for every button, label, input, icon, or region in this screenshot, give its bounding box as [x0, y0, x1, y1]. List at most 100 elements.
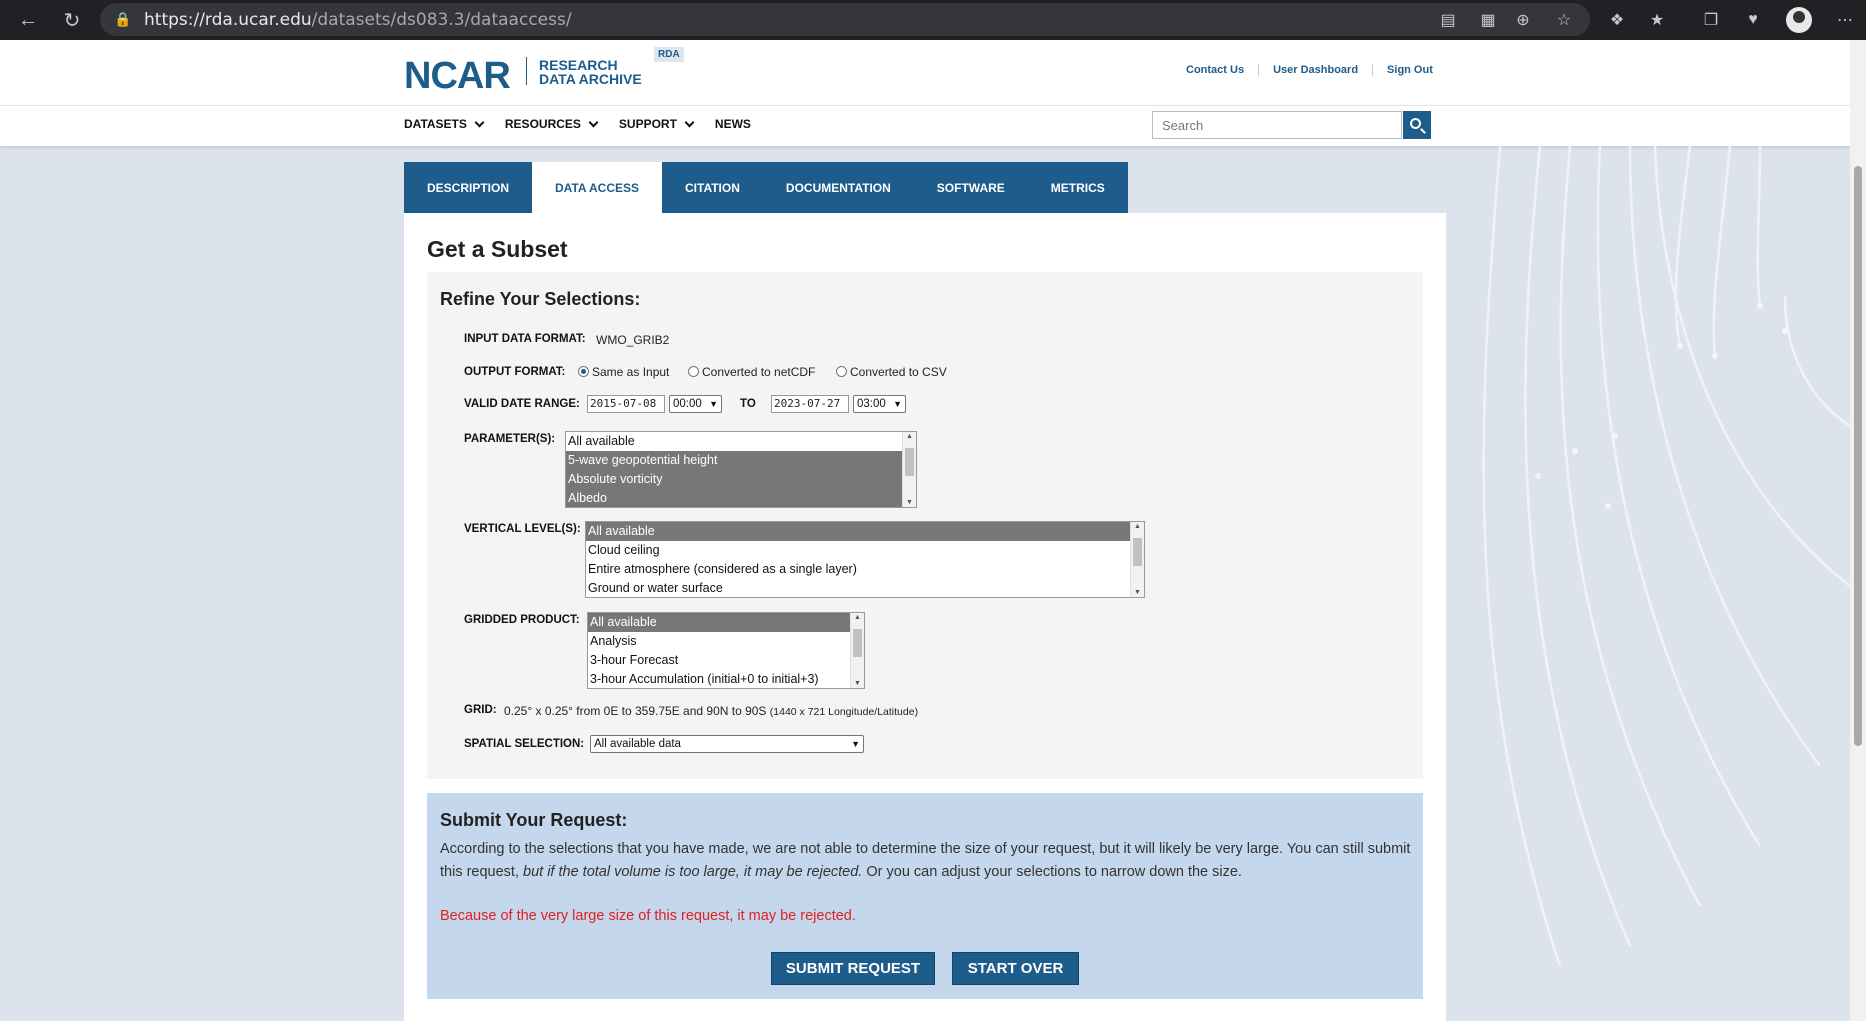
- gridded-product-label: GRIDDED PRODUCT:: [464, 614, 580, 626]
- nav-support[interactable]: SUPPORT: [619, 117, 695, 131]
- scroll-down-icon[interactable]: ▼: [1134, 589, 1141, 596]
- page-scrollbar[interactable]: [1850, 40, 1866, 1021]
- logo-line1: RESEARCH: [539, 57, 618, 73]
- scroll-up-icon[interactable]: ▲: [1134, 523, 1141, 530]
- spatial-selection-select[interactable]: All available data ▼: [590, 735, 864, 753]
- tab-data-access[interactable]: DATA ACCESS: [532, 162, 663, 213]
- nav-resources[interactable]: RESOURCES: [505, 117, 599, 131]
- nav-news-label: NEWS: [714, 117, 751, 131]
- list-item[interactable]: Ground or water surface: [586, 579, 1144, 597]
- scroll-up-icon[interactable]: ▲: [854, 614, 861, 621]
- nav-datasets[interactable]: DATASETS: [404, 117, 485, 131]
- tab-citation[interactable]: CITATION: [662, 162, 763, 213]
- list-item[interactable]: 3-hour Forecast: [588, 651, 864, 670]
- submit-request-button[interactable]: SUBMIT REQUEST: [771, 952, 935, 985]
- list-item[interactable]: All available: [588, 613, 864, 632]
- start-over-button[interactable]: START OVER: [952, 952, 1079, 985]
- output-option-netcdf[interactable]: Converted to netCDF: [688, 365, 815, 379]
- end-time-select[interactable]: 03:00 ▼: [853, 395, 906, 413]
- gridded-product-listbox[interactable]: All available Analysis 3-hour Forecast 3…: [587, 612, 865, 689]
- user-dashboard-link[interactable]: User Dashboard: [1258, 64, 1372, 76]
- list-item[interactable]: Absolute vorticity: [566, 470, 916, 489]
- address-bar[interactable]: 🔒 https://rda.ucar.edu/datasets/ds083.3/…: [100, 3, 1590, 36]
- dataset-tabs: DESCRIPTION DATA ACCESS CITATION DOCUMEN…: [404, 162, 1128, 213]
- list-item[interactable]: All available: [586, 522, 1144, 541]
- ncar-logo[interactable]: NCAR: [404, 55, 511, 98]
- main-nav-bar: [0, 105, 1850, 146]
- output-option-same-label: Same as Input: [592, 365, 670, 379]
- more-menu-icon[interactable]: ⋯: [1825, 0, 1865, 40]
- logo-subtitle[interactable]: RESEARCH DATA ARCHIVE: [539, 58, 642, 86]
- list-item[interactable]: 3-hour Accumulation (initial+0 to initia…: [588, 670, 864, 688]
- grid-label: GRID:: [464, 704, 497, 716]
- search-button[interactable]: [1403, 111, 1431, 139]
- reload-icon[interactable]: ↻: [50, 0, 94, 40]
- nav-news[interactable]: NEWS: [715, 117, 751, 131]
- list-item[interactable]: Analysis: [588, 632, 864, 651]
- url-path: /datasets/ds083.3/dataaccess/: [311, 9, 572, 30]
- search-icon: [1410, 118, 1421, 129]
- list-item[interactable]: Entire atmosphere (considered as a singl…: [586, 560, 1144, 579]
- grid-dimensions: (1440 x 721 Longitude/Latitude): [769, 706, 919, 718]
- spatial-selection-label: SPATIAL SELECTION:: [464, 738, 585, 750]
- input-format-label: INPUT DATA FORMAT:: [464, 333, 586, 345]
- page-scroll-thumb[interactable]: [1854, 166, 1862, 746]
- scrollbar[interactable]: ▲ ▼: [902, 432, 916, 507]
- chevron-down-icon: [588, 117, 599, 127]
- apps-icon[interactable]: ▦: [1468, 0, 1508, 40]
- tab-documentation[interactable]: DOCUMENTATION: [763, 162, 914, 213]
- start-date-input[interactable]: 2015-07-08: [587, 395, 665, 413]
- output-option-same[interactable]: Same as Input: [578, 365, 669, 379]
- scrollbar[interactable]: ▲ ▼: [1130, 522, 1144, 597]
- output-option-netcdf-label: Converted to netCDF: [702, 365, 816, 379]
- parameters-listbox[interactable]: All available 5-wave geopotential height…: [565, 431, 917, 508]
- favorite-star-icon[interactable]: ☆: [1544, 0, 1584, 40]
- list-item[interactable]: 5-wave geopotential height: [566, 451, 916, 470]
- radio-icon: [836, 366, 847, 377]
- background-decoration: [1482, 146, 1850, 967]
- main-nav: DATASETS RESOURCES SUPPORT NEWS: [404, 117, 773, 131]
- zoom-icon[interactable]: ⊕: [1503, 0, 1543, 40]
- list-item[interactable]: Cloud ceiling: [586, 541, 1144, 560]
- submit-description: According to the selections that you hav…: [440, 838, 1415, 884]
- performance-icon[interactable]: ♥: [1733, 0, 1773, 40]
- output-option-csv[interactable]: Converted to CSV: [836, 365, 947, 379]
- submit-text-b: Or you can adjust your selections to nar…: [862, 864, 1242, 880]
- vertical-levels-listbox[interactable]: All available Cloud ceiling Entire atmos…: [585, 521, 1145, 598]
- reader-icon[interactable]: ▤: [1428, 0, 1468, 40]
- tab-description[interactable]: DESCRIPTION: [404, 162, 532, 213]
- scroll-down-icon[interactable]: ▼: [906, 499, 913, 506]
- tab-software[interactable]: SOFTWARE: [914, 162, 1028, 213]
- back-icon[interactable]: ←: [6, 0, 50, 40]
- extensions-icon[interactable]: ❖: [1597, 0, 1637, 40]
- chevron-down-icon: [474, 117, 485, 127]
- start-time-select[interactable]: 00:00 ▼: [669, 395, 722, 413]
- scrollbar[interactable]: ▲ ▼: [850, 613, 864, 688]
- scroll-thumb[interactable]: [1133, 538, 1142, 566]
- input-format-value: WMO_GRIB2: [596, 333, 670, 347]
- to-label: TO: [740, 398, 756, 410]
- favorites-icon[interactable]: ★: [1637, 0, 1677, 40]
- grid-value: 0.25° x 0.25° from 0E to 359.75E and 90N…: [504, 704, 918, 718]
- chevron-down-icon: ▼: [709, 399, 718, 409]
- scroll-thumb[interactable]: [905, 448, 914, 476]
- spatial-selection-value: All available data: [594, 738, 681, 750]
- lock-icon: 🔒: [114, 11, 132, 28]
- profile-avatar[interactable]: [1786, 0, 1812, 40]
- start-time-value: 00:00: [673, 398, 702, 410]
- vertical-levels-label: VERTICAL LEVEL(S):: [464, 523, 581, 535]
- submit-heading: Submit Your Request:: [440, 810, 628, 830]
- chevron-down-icon: ▼: [851, 739, 860, 749]
- list-item[interactable]: Albedo: [566, 489, 916, 507]
- scroll-thumb[interactable]: [853, 629, 862, 657]
- scroll-up-icon[interactable]: ▲: [906, 433, 913, 440]
- contact-us-link[interactable]: Contact Us: [1172, 64, 1258, 76]
- collections-icon[interactable]: ❐: [1691, 0, 1731, 40]
- tab-metrics[interactable]: METRICS: [1028, 162, 1128, 213]
- end-date-input[interactable]: 2023-07-27: [771, 395, 849, 413]
- list-item[interactable]: All available: [566, 432, 916, 451]
- scroll-down-icon[interactable]: ▼: [854, 680, 861, 687]
- search-input[interactable]: Search: [1152, 111, 1402, 139]
- refine-heading: Refine Your Selections:: [440, 289, 641, 309]
- sign-out-link[interactable]: Sign Out: [1372, 64, 1447, 76]
